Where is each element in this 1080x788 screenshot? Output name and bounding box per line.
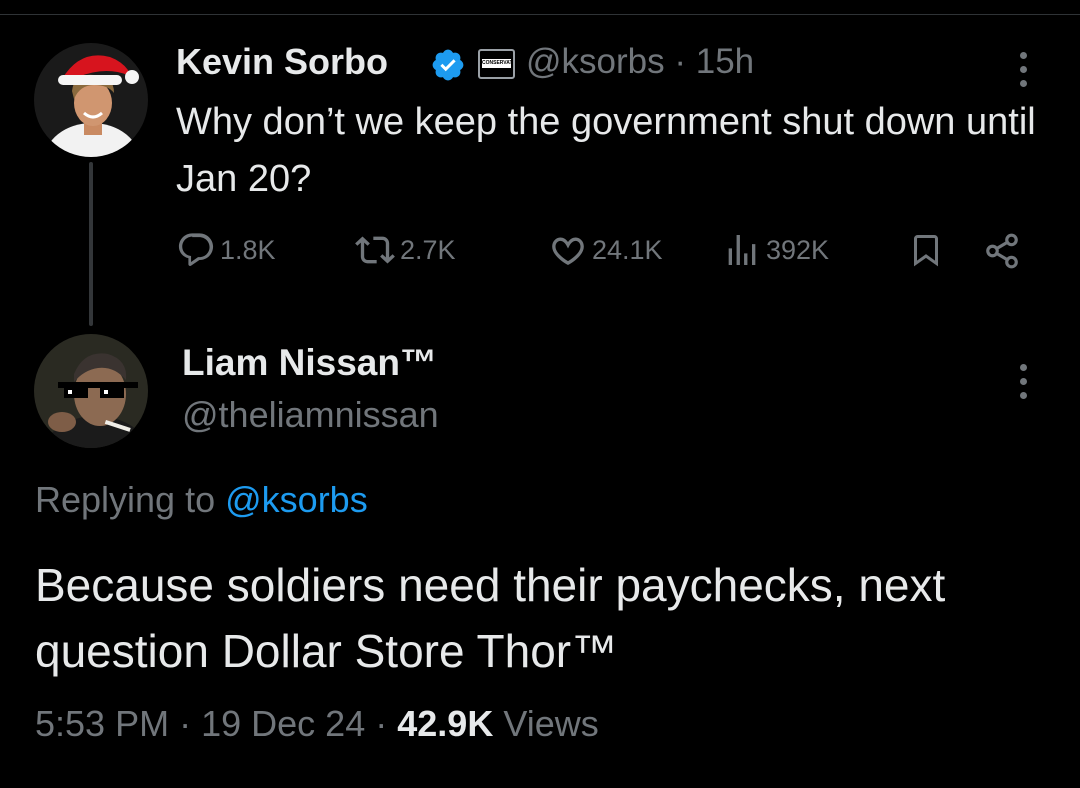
like-count: 24.1K (592, 234, 663, 265)
replying-to-label: Replying to (35, 479, 216, 520)
avatar[interactable] (34, 334, 148, 448)
meta-separator: · (375, 703, 388, 744)
tweet-text: Why don’t we keep the government shut do… (176, 101, 1036, 200)
views-button[interactable]: 392K (722, 228, 829, 272)
affiliate-badge[interactable]: CONSERVATIVE (478, 49, 515, 79)
repost-count: 2.7K (400, 234, 456, 265)
replying-to-mention[interactable]: @ksorbs (225, 479, 368, 520)
like-button[interactable]: 24.1K (548, 228, 663, 272)
affiliate-badge-label: CONSERVATIVE (482, 59, 511, 68)
meta-separator: · (179, 703, 192, 744)
analytics-icon (728, 235, 756, 265)
author-name[interactable]: Kevin Sorbo (176, 41, 388, 83)
reply-author-name[interactable]: Liam Nissan™ (182, 342, 437, 384)
replying-to: Replying to @ksorbs (35, 479, 368, 521)
thread-connector-line (89, 162, 93, 326)
reply-date[interactable]: 19 Dec 24 (201, 703, 365, 744)
view-count: 392K (766, 234, 830, 265)
handle-separator: · (674, 42, 687, 81)
reply-views-count[interactable]: 42.9K (397, 703, 493, 744)
more-options-icon[interactable] (1015, 52, 1031, 87)
reply-views-label: Views (503, 703, 599, 744)
repost-button[interactable]: 2.7K (354, 228, 456, 272)
avatar[interactable] (34, 43, 148, 157)
verified-badge-icon[interactable] (430, 47, 466, 83)
share-icon[interactable] (982, 232, 1022, 270)
reply-button[interactable]: 1.8K (176, 228, 276, 272)
author-handle-line: @ksorbs · 15h (526, 42, 754, 82)
top-divider (0, 14, 1080, 15)
reply-metadata: 5:53 PM · 19 Dec 24 · 42.9K Views (35, 703, 599, 745)
reply-time[interactable]: 5:53 PM (35, 703, 169, 744)
avatar-sunglasses-image (34, 334, 148, 448)
heart-icon (552, 237, 584, 265)
author-handle[interactable]: @ksorbs (526, 42, 665, 81)
tweet-time[interactable]: 15h (696, 42, 754, 81)
reply-count: 1.8K (220, 234, 276, 265)
avatar-santa-image (34, 43, 148, 157)
bookmark-icon[interactable] (908, 232, 944, 268)
reply-author-handle[interactable]: @theliamnissan (182, 394, 439, 436)
reply-icon (178, 233, 214, 266)
more-options-icon[interactable] (1015, 364, 1031, 399)
tweet-actions-bar: 1.8K 2.7K 24.1K 392K (176, 228, 1036, 272)
repost-icon (355, 236, 395, 264)
reply-text: Because soldiers need their paychecks, n… (35, 559, 946, 677)
